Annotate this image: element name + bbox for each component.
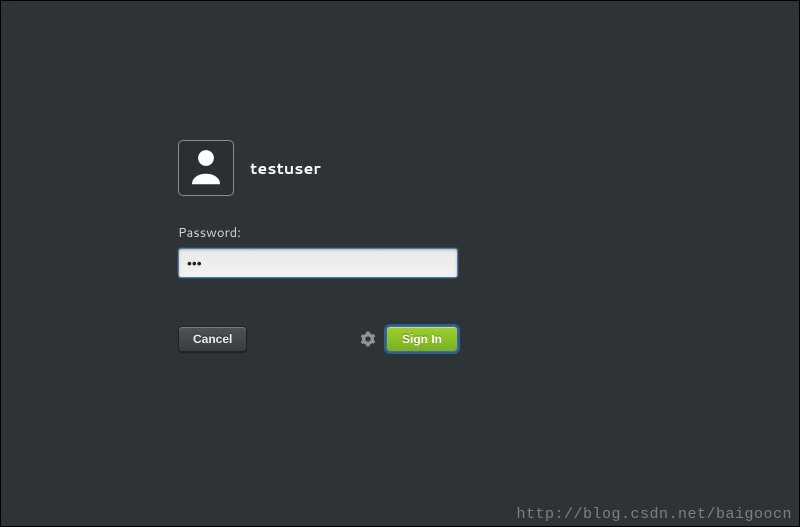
button-row: Cancel Sign In (178, 326, 458, 352)
password-label: Password: (178, 224, 478, 242)
user-row: testuser (178, 140, 478, 196)
login-panel: testuser Password: Cancel Sign In (178, 140, 478, 352)
gear-icon[interactable] (360, 331, 376, 347)
username-label: testuser (250, 157, 321, 180)
watermark-text: http://blog.csdn.net/baigoocn (516, 506, 792, 523)
signin-group: Sign In (360, 326, 458, 352)
user-icon (185, 144, 227, 192)
avatar (178, 140, 234, 196)
cancel-button[interactable]: Cancel (178, 326, 247, 352)
password-input[interactable] (178, 248, 458, 278)
signin-button[interactable]: Sign In (386, 326, 458, 352)
